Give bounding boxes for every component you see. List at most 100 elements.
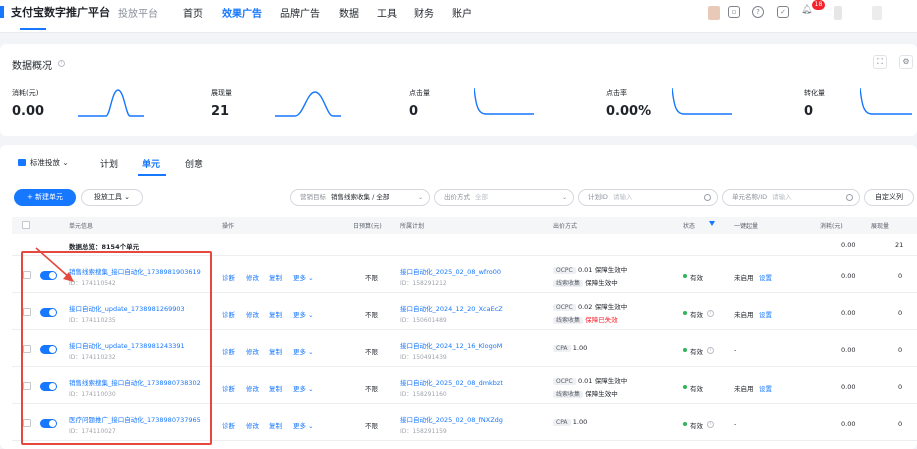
impressions-value: 0 — [898, 346, 903, 354]
bid-guarantee: 线索收集 保障已失效 — [553, 314, 618, 325]
status-dot — [683, 274, 687, 278]
more-dropdown[interactable]: 更多 ⌄ — [293, 309, 314, 319]
cost-value: 0.00 — [841, 346, 856, 354]
daily-budget: 不限 — [365, 385, 378, 393]
task-icon[interactable]: ✓ — [777, 6, 789, 18]
custom-columns-button[interactable]: 自定义列 — [864, 189, 914, 206]
copy-link[interactable]: 复制 — [269, 346, 282, 356]
tab-creative[interactable]: 创意 — [185, 157, 203, 170]
one-click-settings-link[interactable]: 设置 — [759, 383, 772, 393]
info-icon[interactable]: i — [707, 421, 714, 428]
more-dropdown[interactable]: 更多 ⌄ — [293, 383, 314, 393]
blurred-user-info — [834, 6, 842, 20]
diagnose-link[interactable]: 诊断 — [222, 383, 235, 393]
delivery-tools-button[interactable]: 投放工具 ⌄ — [81, 189, 143, 206]
more-label: 更多 — [293, 422, 306, 430]
plan-id-search[interactable]: 计划ID 请输入 — [578, 189, 718, 206]
status-text: 有效 — [690, 348, 703, 356]
bell-icon[interactable]: 🔔︎ — [801, 5, 812, 15]
bid-status: 保障生效中 — [594, 303, 628, 311]
nav-data[interactable]: 数据 — [339, 5, 359, 20]
more-dropdown[interactable]: 更多 ⌄ — [293, 346, 314, 356]
cost-value: 0.00 — [841, 420, 856, 428]
info-icon[interactable]: i — [58, 60, 65, 67]
message-icon[interactable]: ▫ — [728, 6, 740, 18]
edit-link[interactable]: 修改 — [246, 272, 259, 282]
edit-link[interactable]: 修改 — [246, 383, 259, 393]
filter-value: 全部 — [475, 193, 488, 201]
blurred-user-name — [872, 6, 882, 20]
diagnose-link[interactable]: 诊断 — [222, 420, 235, 430]
nav-account[interactable]: 账户 — [452, 5, 472, 20]
guarantee-status: 保障已失效 — [585, 316, 618, 324]
diagnose-link[interactable]: 诊断 — [222, 272, 235, 282]
copy-link[interactable]: 复制 — [269, 272, 282, 282]
guarantee-status: 保障生效中 — [585, 279, 618, 287]
header-daily-budget[interactable]: 日预算(元) — [353, 221, 382, 230]
top-nav-bar: 支付宝数字推广平台 投放平台 首页 效果广告 品牌广告 数据 工具 财务 账户 … — [0, 0, 917, 33]
brand-title[interactable]: 支付宝数字推广平台 — [11, 4, 110, 20]
nav-brand-ads[interactable]: 品牌广告 — [280, 5, 320, 20]
header-cost[interactable]: 消耗(元) — [820, 221, 843, 230]
more-dropdown[interactable]: 更多 ⌄ — [293, 420, 314, 430]
header-plan: 所属计划 — [400, 223, 425, 230]
info-icon[interactable]: i — [707, 310, 714, 317]
summary-label: 数据总览：8154个单元 — [69, 243, 140, 251]
header-impressions[interactable]: 展现量 — [871, 221, 889, 230]
search-icon[interactable] — [704, 194, 711, 201]
settings-icon[interactable]: ⚙ — [899, 55, 913, 69]
nav-home[interactable]: 首页 — [183, 5, 203, 20]
copy-link[interactable]: 复制 — [269, 383, 282, 393]
plan-id: ID：150601489 — [400, 317, 447, 324]
help-icon[interactable]: ? — [752, 6, 764, 18]
filter-icon[interactable] — [709, 221, 715, 226]
standard-delivery-dropdown[interactable]: 标准投放 ⌄ — [30, 157, 69, 168]
nav-performance-ads[interactable]: 效果广告 — [222, 5, 262, 20]
unit-name-search[interactable]: 单元名称/ID 请输入 — [722, 189, 860, 206]
sparkline-conversions — [860, 87, 912, 115]
status-text: 有效 — [690, 274, 703, 282]
bid-type-tag: OCPC — [553, 378, 576, 385]
copy-link[interactable]: 复制 — [269, 420, 282, 430]
bid-value: 1.00 — [572, 418, 588, 426]
copy-link[interactable]: 复制 — [269, 309, 282, 319]
cost-value: 0.00 — [841, 383, 856, 391]
tab-plan[interactable]: 计划 — [100, 157, 118, 170]
tab-unit[interactable]: 单元 — [142, 157, 160, 170]
plan-name-link[interactable]: 接口自动化_2024_12_20_XcaEcZ — [400, 303, 503, 313]
info-icon[interactable]: i — [707, 347, 714, 354]
diagnose-link[interactable]: 诊断 — [222, 346, 235, 356]
plan-name-link[interactable]: 接口自动化_2024_12_16_KlogoM — [400, 340, 502, 350]
bid-info: CPA 1.00 — [553, 418, 587, 427]
metric-label-clicks: 点击量 — [409, 89, 430, 97]
new-unit-button[interactable]: + 新建单元 — [14, 189, 76, 206]
fullscreen-icon[interactable]: ⛶ — [873, 55, 887, 69]
one-click-settings-link[interactable]: 设置 — [759, 309, 772, 319]
diagnose-link[interactable]: 诊断 — [222, 309, 235, 319]
bid-method-filter[interactable]: 出价方式 全部 ⌄ — [434, 189, 574, 206]
metric-value-conversions: 0 — [804, 104, 814, 119]
one-click-settings-link[interactable]: 设置 — [759, 272, 772, 282]
chevron-down-icon: ⌄ — [417, 194, 423, 201]
platform-label[interactable]: 投放平台 — [118, 5, 158, 20]
daily-budget: 不限 — [365, 311, 378, 319]
chevron-down-icon: ⌄ — [62, 158, 69, 167]
edit-link[interactable]: 修改 — [246, 420, 259, 430]
sparkline-ctr — [672, 87, 732, 115]
search-icon[interactable] — [846, 194, 853, 201]
bid-info: OCPC 0.01 保障生效中 — [553, 264, 627, 275]
metric-label-conversions: 转化量 — [804, 89, 825, 97]
plan-name-link[interactable]: 接口自动化_2025_02_08_dmkbzt — [400, 377, 503, 387]
plan-id: ID：158291212 — [400, 280, 447, 287]
edit-link[interactable]: 修改 — [246, 346, 259, 356]
plan-name-link[interactable]: 接口自动化_2025_02_08_wfro00 — [400, 266, 501, 276]
edit-link[interactable]: 修改 — [246, 309, 259, 319]
nav-finance[interactable]: 财务 — [414, 5, 434, 20]
blurred-avatar — [708, 6, 720, 20]
more-dropdown[interactable]: 更多 ⌄ — [293, 272, 314, 282]
select-all-checkbox[interactable] — [22, 221, 30, 229]
marketing-goal-filter[interactable]: 营销目标 销售线索收集 / 全部 ⌄ — [290, 189, 430, 206]
nav-tools[interactable]: 工具 — [377, 5, 397, 20]
plan-name-link[interactable]: 接口自动化_2025_02_08_fNXZdg — [400, 414, 503, 424]
status-text: 有效 — [690, 311, 703, 319]
